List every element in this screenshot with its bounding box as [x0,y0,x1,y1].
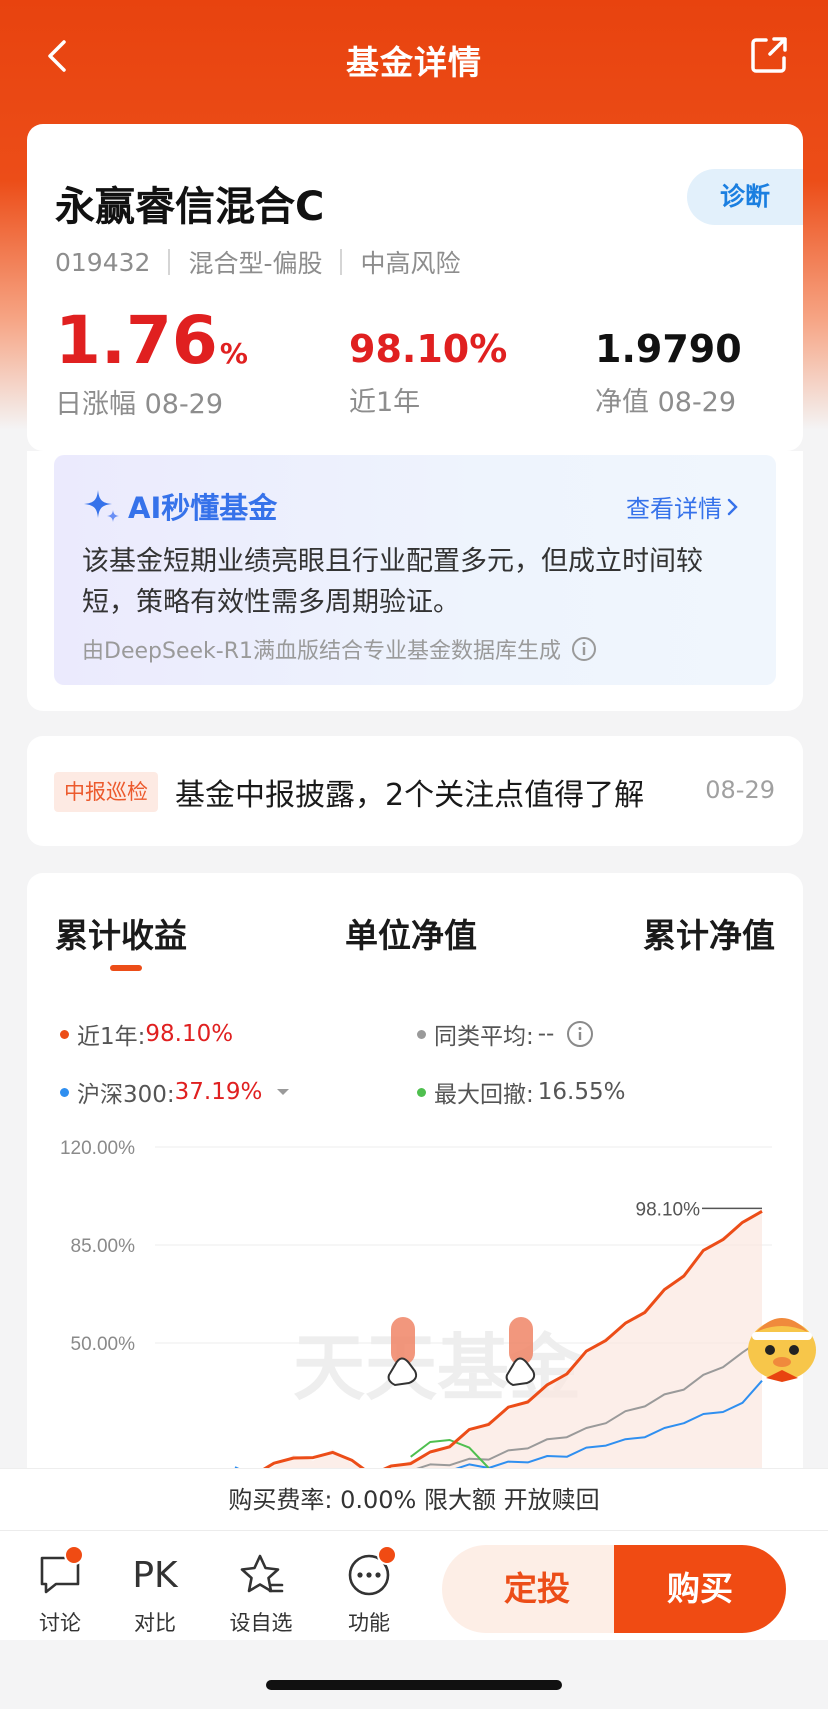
report-headline: 基金中报披露，2个关注点值得了解 [175,778,645,813]
fund-meta: 019432 混合型-偏股 中高风险 [55,244,460,280]
fund-summary-card: 永赢睿信混合C 诊断 019432 混合型-偏股 中高风险 1.76% 日涨幅 … [27,124,803,451]
page-title: 基金详情 [346,43,482,82]
daily-change-metric: 1.76% 日涨幅 08-29 [55,308,248,421]
sparkle-icon [84,490,119,522]
ai-title-text: AI秒懂基金 [128,491,278,525]
buy-button[interactable]: 购买 [614,1545,786,1633]
fund-risk: 中高风险 [360,249,461,278]
auto-invest-button[interactable]: 定投 [442,1545,632,1633]
discuss-button[interactable]: 讨论 [20,1545,100,1637]
navbar: 基金详情 [0,0,828,120]
report-tag: 中报巡检 [54,772,158,812]
ai-summary-card: AI秒懂基金 查看详情 该基金短期业绩亮眼且行业配置多元，但成立时间较短，策略有… [27,451,803,711]
fee-info-bar: 购买费率: 0.00% 限大额 开放赎回 [0,1468,828,1530]
ai-summary-text: 该基金短期业绩亮眼且行业配置多元，但成立时间较短，策略有效性需多周期验证。 [82,546,703,618]
more-functions-button[interactable]: 功能 [329,1545,409,1637]
year-return-metric: 98.10% 近1年 [349,330,507,419]
ai-footer-text: 由DeepSeek-R1满血版结合专业基金数据库生成 [82,639,561,664]
year-return-value: 98.10% [349,327,508,371]
cumulative-return-chart[interactable]: 120.00%85.00%50.00% 天天基金98.10% [27,873,803,1473]
daily-change-unit: % [219,337,248,370]
home-indicator [266,1680,562,1690]
diagnose-button[interactable]: 诊断 [687,169,803,225]
nav-metric: 1.9790 净值 08-29 [595,330,742,419]
ai-view-details-link[interactable]: 查看详情 [626,489,742,524]
home-indicator-area [0,1640,828,1709]
y-tick-label: 50.00% [71,1334,136,1355]
ai-footer: 由DeepSeek-R1满血版结合专业基金数据库生成 [82,633,597,665]
chevron-right-icon [727,498,738,515]
notification-badge [377,1545,397,1565]
divider [168,249,171,275]
divider [340,249,343,275]
share-icon[interactable] [748,34,790,76]
star-icon [240,1554,284,1593]
notification-badge [64,1545,84,1565]
nav-label: 净值 08-29 [595,387,737,418]
fund-type: 混合型-偏股 [188,249,323,278]
ai-summary-box[interactable]: AI秒懂基金 查看详情 该基金短期业绩亮眼且行业配置多元，但成立时间较短，策略有… [54,455,776,685]
report-card[interactable]: 中报巡检 基金中报披露，2个关注点值得了解 08-29 [27,736,803,846]
bottom-action-bar: 讨论 PK 对比 设自选 功能 定投 购买 [0,1530,828,1640]
add-watchlist-label: 设自选 [229,1611,293,1635]
compare-button[interactable]: PK 对比 [115,1551,195,1637]
compare-label: 对比 [134,1611,176,1635]
report-date: 08-29 [705,776,775,804]
mascot-icon[interactable] [742,1306,824,1386]
more-functions-label: 功能 [348,1611,390,1635]
year-return-label: 近1年 [349,387,421,418]
annotation-label: 98.10% [636,1199,701,1220]
y-tick-label: 85.00% [71,1236,136,1257]
add-watchlist-button[interactable]: 设自选 [221,1551,301,1637]
fund-code: 019432 [55,247,151,277]
ai-link-label: 查看详情 [626,495,722,523]
y-tick-label: 120.00% [60,1138,135,1159]
info-icon[interactable] [571,636,597,662]
pk-icon: PK [132,1554,178,1596]
discuss-label: 讨论 [39,1611,81,1635]
nav-value: 1.9790 [595,327,742,371]
daily-change-label: 日涨幅 08-29 [55,389,224,420]
ai-title: AI秒懂基金 [82,485,277,527]
fund-name: 永赢睿信混合C [55,184,325,230]
chart-card: 累计收益 单位净值 累计净值 近1年: 98.10% 同类平均: -- 沪深30… [27,873,803,1473]
daily-change-value: 1.76 [55,302,218,379]
